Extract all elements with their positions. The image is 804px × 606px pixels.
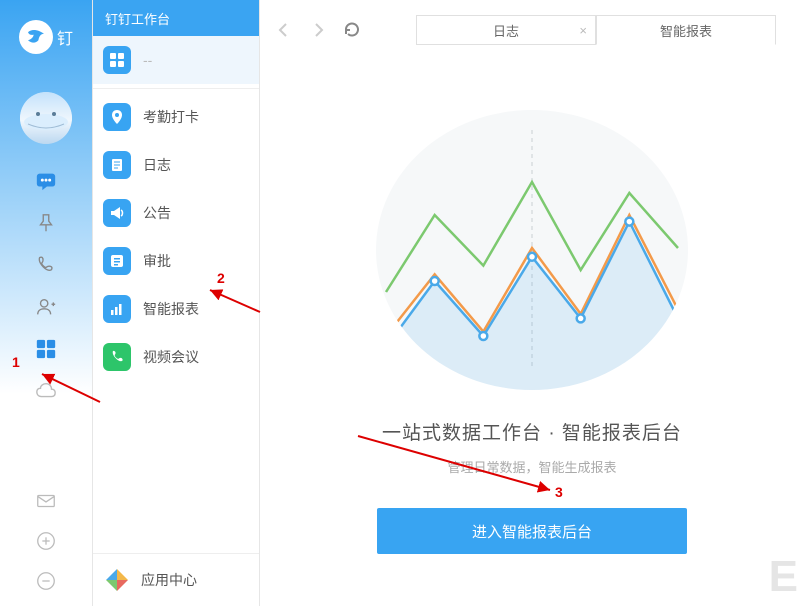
pin-icon[interactable] <box>35 212 57 234</box>
pin-location-icon <box>103 103 131 131</box>
hero-chart-illustration <box>376 110 688 390</box>
avatar[interactable] <box>20 92 72 144</box>
enter-smartreport-button[interactable]: 进入智能报表后台 <box>377 508 687 554</box>
panel-item-video[interactable]: 视频会议 <box>93 333 259 381</box>
rail-bottom <box>35 490 57 592</box>
panel-title: 钉钉工作台 <box>93 0 259 36</box>
panel-row-label: -- <box>143 52 152 68</box>
hero-subtitle: 管理日常数据，智能生成报表 <box>447 457 616 476</box>
forward-icon[interactable] <box>308 20 328 40</box>
cloud-icon[interactable] <box>35 380 57 402</box>
close-icon[interactable]: × <box>579 23 587 38</box>
add-icon[interactable] <box>35 530 57 552</box>
left-rail: 钉 <box>0 0 92 606</box>
panel-row-workspace[interactable]: -- <box>93 36 259 84</box>
contacts-icon[interactable] <box>35 296 57 318</box>
refresh-icon[interactable] <box>342 20 362 40</box>
brand-text: 钉 <box>57 25 73 49</box>
panel-item-log[interactable]: 日志 <box>93 141 259 189</box>
panel: 钉钉工作台 -- 考勤打卡 日志 公告 审批 <box>92 0 260 606</box>
messages-icon[interactable] <box>35 170 57 192</box>
app-center[interactable]: 应用中心 <box>93 553 259 606</box>
brand-logo-icon <box>19 20 53 54</box>
back-icon[interactable] <box>274 20 294 40</box>
workbench-icon[interactable] <box>35 338 57 360</box>
bullhorn-icon <box>103 199 131 227</box>
app-center-icon <box>103 566 131 594</box>
main: 日志 × 智能报表 一站式数据工作台 · 智能报表后台 管理日常数据，智能生成报… <box>260 0 804 606</box>
grid-small-icon <box>103 46 131 74</box>
panel-item-announce[interactable]: 公告 <box>93 189 259 237</box>
brand: 钉 <box>19 20 73 54</box>
tab-label: 智能报表 <box>660 21 712 40</box>
panel-item-label: 公告 <box>143 203 171 223</box>
note-icon <box>103 151 131 179</box>
panel-item-label: 审批 <box>143 251 171 271</box>
panel-item-label: 日志 <box>143 155 171 175</box>
minus-icon[interactable] <box>35 570 57 592</box>
chart-icon <box>103 295 131 323</box>
hero: 一站式数据工作台 · 智能报表后台 管理日常数据，智能生成报表 进入智能报表后台 <box>260 60 804 606</box>
panel-item-approval[interactable]: 审批 <box>93 237 259 285</box>
phone-solid-icon <box>103 343 131 371</box>
hero-title: 一站式数据工作台 · 智能报表后台 <box>382 418 682 445</box>
tab-label: 日志 <box>493 21 519 40</box>
panel-item-label: 智能报表 <box>143 299 199 319</box>
watermark: E <box>769 552 798 602</box>
toolbar: 日志 × 智能报表 <box>260 0 804 60</box>
panel-item-smartreport[interactable]: 智能报表 <box>93 285 259 333</box>
mail-icon[interactable] <box>35 490 57 512</box>
tabs: 日志 × 智能报表 <box>416 15 776 45</box>
panel-item-attendance[interactable]: 考勤打卡 <box>93 93 259 141</box>
rail-items <box>0 170 92 402</box>
app-center-label: 应用中心 <box>141 570 197 590</box>
panel-item-label: 考勤打卡 <box>143 107 199 127</box>
tab-smartreport[interactable]: 智能报表 <box>596 15 776 45</box>
phone-icon[interactable] <box>35 254 57 276</box>
panel-item-label: 视频会议 <box>143 347 199 367</box>
checklist-icon <box>103 247 131 275</box>
tab-log[interactable]: 日志 × <box>416 15 596 45</box>
